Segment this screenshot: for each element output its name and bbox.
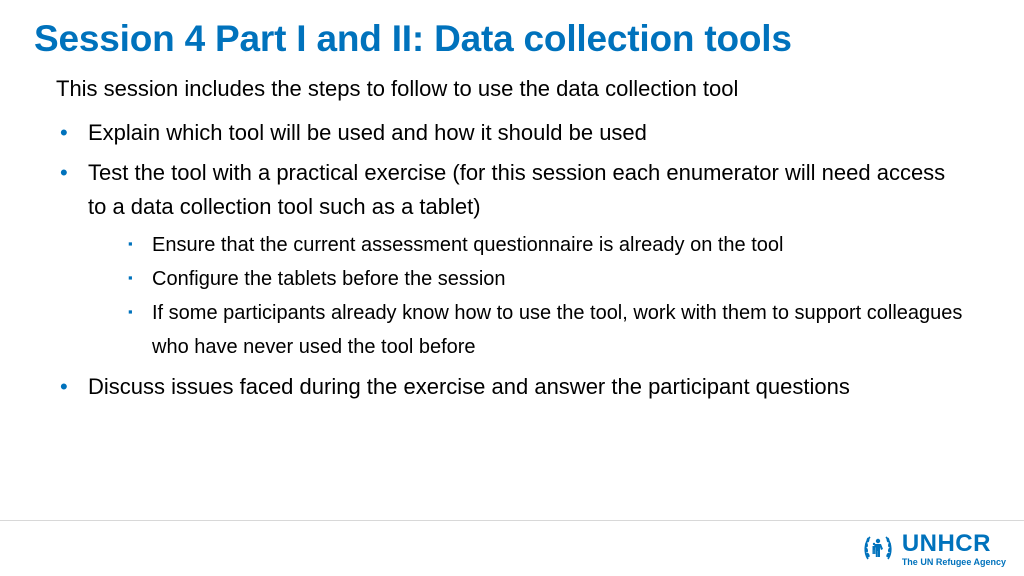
list-item: Ensure that the current assessment quest… bbox=[128, 228, 968, 262]
intro-text: This session includes the steps to follo… bbox=[56, 72, 968, 106]
list-item-text: Test the tool with a practical exercise … bbox=[88, 160, 945, 219]
list-item: If some participants already know how to… bbox=[128, 296, 968, 364]
slide-title: Session 4 Part I and II: Data collection… bbox=[0, 0, 1024, 68]
list-item: Discuss issues faced during the exercise… bbox=[56, 370, 968, 404]
sub-bullet-list: Ensure that the current assessment quest… bbox=[88, 228, 968, 364]
logo-text: UNHCR The UN Refugee Agency bbox=[902, 532, 1006, 567]
list-item: Explain which tool will be used and how … bbox=[56, 116, 968, 150]
list-item: Test the tool with a practical exercise … bbox=[56, 156, 968, 364]
slide: Session 4 Part I and II: Data collection… bbox=[0, 0, 1024, 576]
logo-name: UNHCR bbox=[902, 532, 1006, 556]
list-item: Configure the tablets before the session bbox=[128, 262, 968, 296]
unhcr-laurel-icon bbox=[860, 529, 896, 570]
logo-tagline: The UN Refugee Agency bbox=[902, 558, 1006, 567]
slide-footer: UNHCR The UN Refugee Agency bbox=[0, 520, 1024, 576]
bullet-list: Explain which tool will be used and how … bbox=[56, 116, 968, 404]
slide-body: This session includes the steps to follo… bbox=[0, 68, 1024, 404]
unhcr-logo: UNHCR The UN Refugee Agency bbox=[860, 529, 1006, 570]
